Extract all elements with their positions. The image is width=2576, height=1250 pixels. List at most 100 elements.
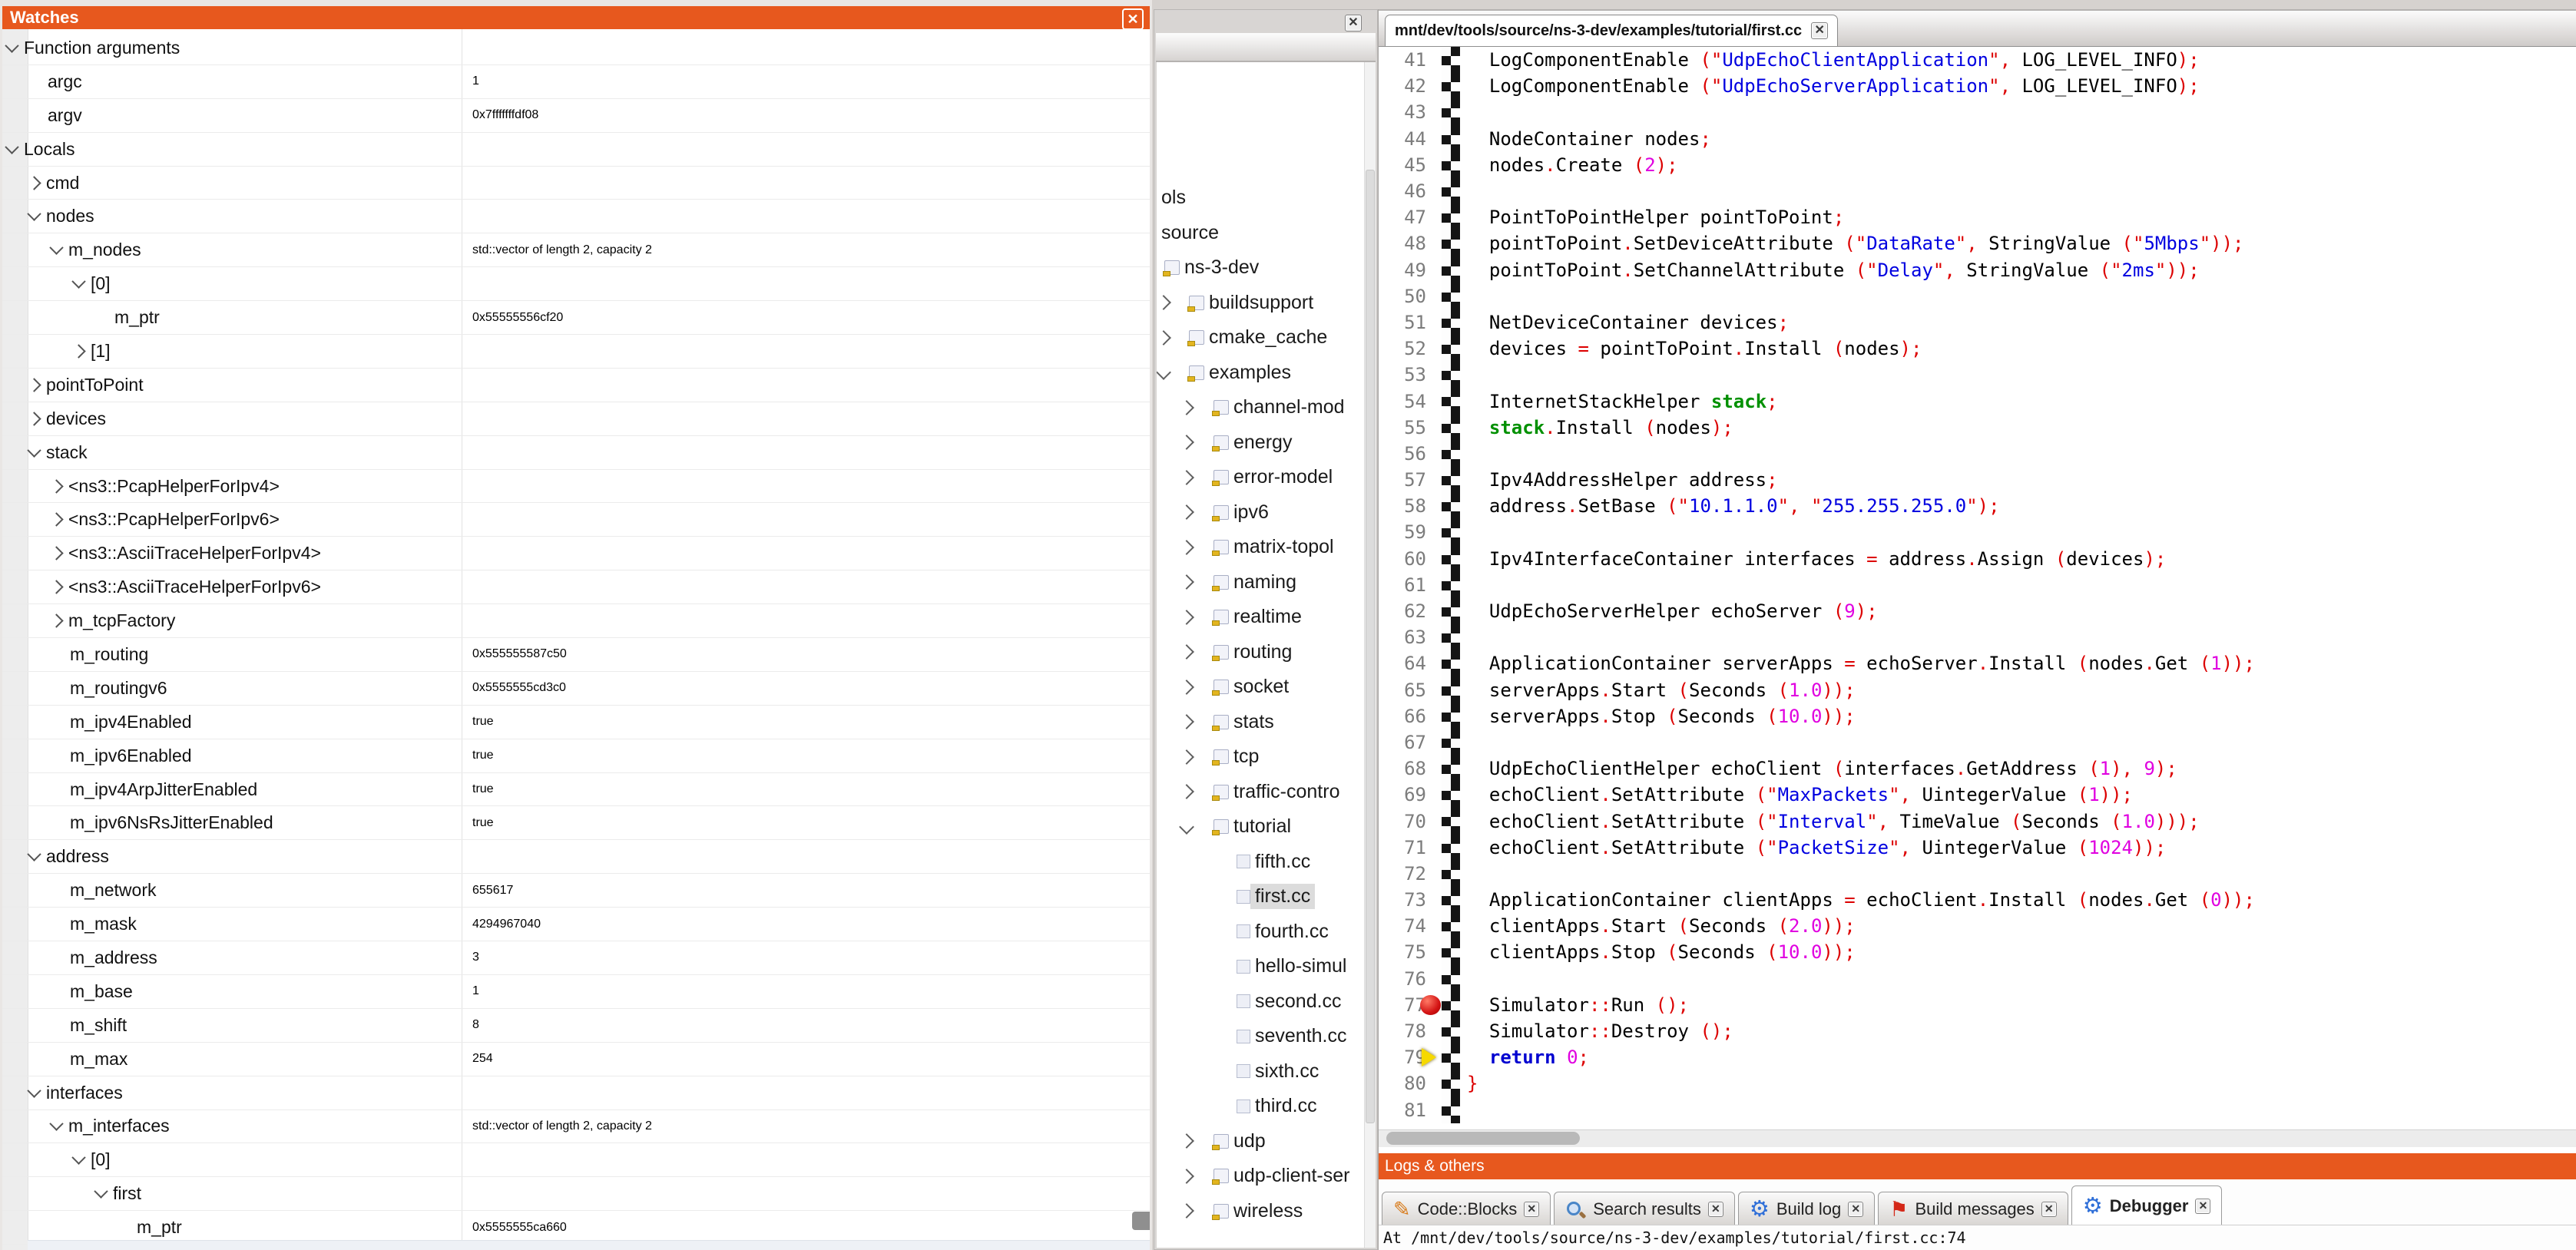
tree-item-fourth-cc[interactable]: fourth.cc — [1157, 914, 1364, 950]
chevron-down-icon[interactable] — [71, 1151, 85, 1165]
close-icon[interactable]: ✕ — [2041, 1202, 2057, 1217]
chevron-right-icon[interactable] — [49, 513, 63, 527]
tree-item-ols[interactable]: ols — [1157, 180, 1364, 216]
watches-titlebar[interactable]: Watches ✕ — [2, 6, 1150, 29]
fold-margin[interactable] — [1442, 598, 1460, 624]
watch-row[interactable]: interfaces — [2, 1076, 1150, 1110]
tree-item-buildsupport[interactable]: buildsupport — [1157, 286, 1364, 321]
marker-margin[interactable] — [1426, 677, 1442, 703]
log-tab-search-results[interactable]: Search results✕ — [1554, 1192, 1735, 1227]
tree-item-realtime[interactable]: realtime — [1157, 600, 1364, 635]
tree-item-first-cc[interactable]: first.cc — [1157, 879, 1364, 914]
projects-scrollbar-thumb[interactable] — [1366, 170, 1375, 1123]
watch-row[interactable]: m_shift8 — [2, 1009, 1150, 1043]
tree-item-fifth-cc[interactable]: fifth.cc — [1157, 845, 1364, 880]
tree-item-stats[interactable]: stats — [1157, 705, 1364, 740]
chevron-down-icon[interactable] — [5, 140, 18, 154]
marker-margin[interactable] — [1426, 572, 1442, 598]
watch-row[interactable]: <ns3::AsciiTraceHelperForIpv6> — [2, 570, 1150, 604]
fold-margin[interactable] — [1442, 1097, 1460, 1123]
tree-item-energy[interactable]: energy — [1157, 425, 1364, 461]
marker-margin[interactable] — [1426, 861, 1442, 887]
watch-row[interactable]: devices — [2, 402, 1150, 436]
fold-margin[interactable] — [1442, 1070, 1460, 1096]
fold-margin[interactable] — [1442, 756, 1460, 782]
line-number[interactable]: 55 — [1379, 417, 1426, 438]
fold-margin[interactable] — [1442, 467, 1460, 493]
fold-margin[interactable] — [1442, 73, 1460, 99]
watch-row[interactable]: m_routingv60x5555555cd3c0 — [2, 672, 1150, 706]
chevron-right-icon[interactable] — [1179, 680, 1194, 695]
line-number[interactable]: 74 — [1379, 915, 1426, 937]
marker-margin[interactable] — [1426, 257, 1442, 283]
line-number[interactable]: 69 — [1379, 784, 1426, 805]
fold-margin[interactable] — [1442, 729, 1460, 756]
chevron-down-icon[interactable] — [94, 1185, 108, 1199]
fold-margin[interactable] — [1442, 178, 1460, 204]
watch-row[interactable]: stack — [2, 436, 1150, 470]
tree-item-traffic-contro[interactable]: traffic-contro — [1157, 775, 1364, 810]
line-number[interactable]: 50 — [1379, 286, 1426, 307]
tree-item-sixth-cc[interactable]: sixth.cc — [1157, 1054, 1364, 1090]
marker-margin[interactable] — [1426, 703, 1442, 729]
log-tab-build-messages[interactable]: ⚑Build messages✕ — [1878, 1192, 2068, 1227]
marker-margin[interactable] — [1426, 598, 1442, 624]
marker-margin[interactable] — [1426, 887, 1442, 913]
fold-margin[interactable] — [1442, 546, 1460, 572]
marker-margin[interactable] — [1426, 126, 1442, 152]
fold-margin[interactable] — [1442, 835, 1460, 861]
marker-margin[interactable] — [1426, 650, 1442, 676]
fold-margin[interactable] — [1442, 204, 1460, 230]
line-number[interactable]: 51 — [1379, 312, 1426, 333]
marker-margin[interactable] — [1426, 1044, 1442, 1070]
fold-margin[interactable] — [1442, 47, 1460, 73]
fold-margin[interactable] — [1442, 152, 1460, 178]
chevron-right-icon[interactable] — [1179, 435, 1194, 450]
watch-row[interactable]: m_ipv4Enabledtrue — [2, 706, 1150, 739]
marker-margin[interactable] — [1426, 835, 1442, 861]
line-number[interactable]: 73 — [1379, 889, 1426, 911]
watch-row[interactable]: m_max254 — [2, 1043, 1150, 1076]
fold-margin[interactable] — [1442, 782, 1460, 808]
chevron-down-icon[interactable] — [27, 207, 41, 221]
chevron-right-icon[interactable] — [1179, 574, 1194, 590]
watch-row[interactable]: m_ipv6Enabledtrue — [2, 739, 1150, 773]
marker-margin[interactable] — [1426, 808, 1442, 834]
code-view[interactable]: 41 LogComponentEnable ("UdpEchoClientApp… — [1379, 47, 2576, 1125]
fold-margin[interactable] — [1442, 677, 1460, 703]
fold-margin[interactable] — [1442, 415, 1460, 441]
fold-margin[interactable] — [1442, 650, 1460, 676]
chevron-down-icon[interactable] — [49, 241, 63, 255]
watch-row[interactable]: m_network655617 — [2, 874, 1150, 908]
fold-margin[interactable] — [1442, 1044, 1460, 1070]
fold-margin[interactable] — [1442, 362, 1460, 388]
chevron-right-icon[interactable] — [71, 344, 85, 358]
tree-item-wireless[interactable]: wireless — [1157, 1194, 1364, 1229]
watch-row[interactable]: m_address3 — [2, 941, 1150, 975]
watch-row[interactable]: m_ipv6NsRsJitterEnabledtrue — [2, 806, 1150, 840]
close-icon[interactable]: ✕ — [1524, 1202, 1539, 1217]
editor-horizontal-scrollbar-thumb[interactable] — [1386, 1132, 1580, 1145]
logs-titlebar[interactable]: Logs & others — [1379, 1153, 2576, 1179]
marker-margin[interactable] — [1426, 756, 1442, 782]
line-number[interactable]: 52 — [1379, 338, 1426, 359]
tree-item-examples[interactable]: examples — [1157, 355, 1364, 391]
chevron-right-icon[interactable] — [49, 613, 63, 627]
line-number[interactable]: 66 — [1379, 706, 1426, 727]
chevron-down-icon[interactable] — [27, 1083, 41, 1097]
chevron-right-icon[interactable] — [27, 378, 41, 392]
chevron-right-icon[interactable] — [1179, 749, 1194, 765]
close-icon[interactable]: ✕ — [1708, 1202, 1723, 1217]
line-number[interactable]: 68 — [1379, 758, 1426, 779]
marker-margin[interactable] — [1426, 336, 1442, 362]
watch-row[interactable]: <ns3::AsciiTraceHelperForIpv4> — [2, 537, 1150, 570]
marker-margin[interactable] — [1426, 546, 1442, 572]
marker-margin[interactable] — [1426, 47, 1442, 73]
fold-margin[interactable] — [1442, 283, 1460, 309]
fold-margin[interactable] — [1442, 519, 1460, 545]
marker-margin[interactable] — [1426, 73, 1442, 99]
line-number[interactable]: 58 — [1379, 495, 1426, 517]
line-number[interactable]: 42 — [1379, 75, 1426, 97]
chevron-down-icon[interactable] — [27, 848, 41, 861]
line-number[interactable]: 65 — [1379, 680, 1426, 701]
